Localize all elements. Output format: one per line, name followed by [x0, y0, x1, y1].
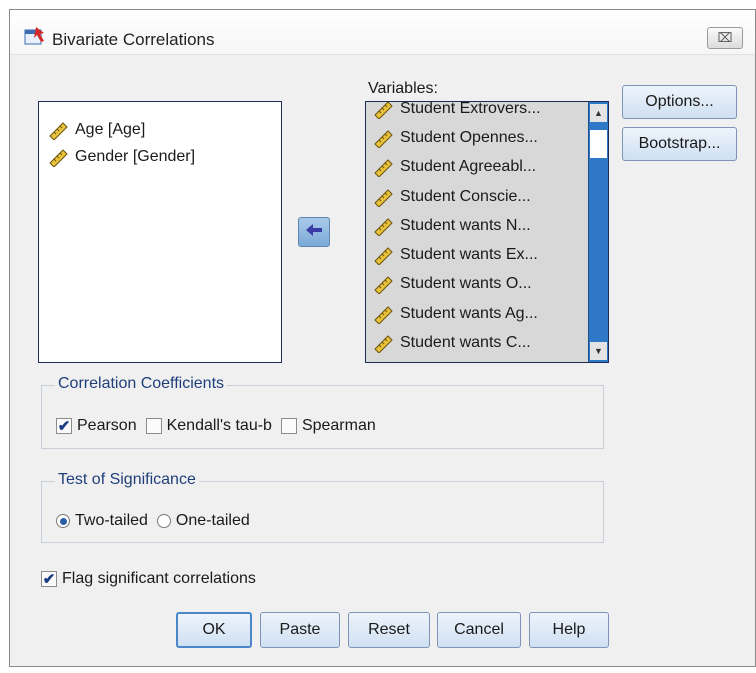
spearman-checkbox[interactable]	[280, 418, 297, 434]
one-tailed-radio[interactable]	[156, 514, 171, 528]
source-variable-list[interactable]: Age [Age] Gender [Gender]	[38, 101, 282, 363]
flag-significant-checkbox[interactable]: ✔	[41, 571, 57, 587]
list-item-label: Student Conscie...	[400, 187, 531, 205]
list-item-label: Student Opennes...	[400, 128, 538, 146]
list-item[interactable]: Student wants Ag...	[366, 299, 586, 328]
list-item[interactable]: Student wants C...	[366, 328, 586, 357]
reset-button[interactable]: Reset	[348, 612, 430, 648]
correlation-coefficients-title: Correlation Coefficients	[55, 375, 228, 393]
options-button[interactable]: Options...	[622, 85, 737, 119]
bootstrap-button[interactable]: Bootstrap...	[622, 127, 737, 161]
correlation-coefficients-group: Correlation Coefficients ✔ Pearson Kenda…	[41, 375, 604, 449]
spearman-label: Spearman	[301, 417, 376, 434]
flag-significant-label: Flag significant correlations	[62, 570, 256, 587]
test-of-significance-group: Test of Significance Two-tailed One-tail…	[41, 471, 604, 543]
ok-button[interactable]: OK	[176, 612, 252, 648]
list-item-label: Age [Age]	[75, 120, 146, 138]
ruler-icon	[49, 147, 69, 168]
scroll-up-icon[interactable]: ▲	[590, 104, 607, 122]
ruler-icon	[49, 120, 69, 141]
significance-options: Two-tailed One-tailed	[56, 512, 259, 530]
test-of-significance-title: Test of Significance	[55, 471, 199, 489]
help-button[interactable]: Help	[529, 612, 609, 648]
list-item-label: Student wants Ag...	[400, 304, 538, 322]
ruler-icon	[374, 157, 394, 178]
two-tailed-radio[interactable]	[56, 514, 70, 528]
bivariate-correlations-dialog: Bivariate Correlations ⌧ Age [Age] Gende…	[9, 9, 756, 667]
spss-dialog-icon	[24, 27, 46, 47]
list-item-label: Student wants O...	[400, 275, 532, 293]
list-item[interactable]: Gender [Gender]	[39, 143, 281, 170]
list-item[interactable]: Student wants N...	[366, 211, 586, 240]
list-item-label: Gender [Gender]	[75, 147, 196, 165]
coefficient-options: ✔ Pearson Kendall's tau-b Spearman	[56, 417, 385, 435]
two-tailed-label: Two-tailed	[75, 512, 148, 529]
paste-button[interactable]: Paste	[260, 612, 340, 648]
one-tailed-label: One-tailed	[175, 512, 250, 529]
list-item-label: Student wants Ex...	[400, 246, 538, 264]
list-item-label: Student wants C...	[400, 334, 531, 352]
list-item-label: Student Agreeabl...	[400, 158, 537, 176]
pearson-checkbox[interactable]: ✔	[56, 418, 72, 434]
close-button[interactable]: ⌧	[707, 27, 743, 49]
cancel-button[interactable]: Cancel	[437, 612, 521, 648]
list-item-label: Student wants N...	[400, 216, 531, 234]
list-item[interactable]: Student Opennes...	[366, 123, 586, 152]
pearson-label: Pearson	[77, 417, 137, 434]
kendall-checkbox[interactable]	[145, 418, 162, 434]
variables-label: Variables:	[368, 80, 438, 97]
list-item[interactable]: Student Conscie...	[366, 182, 586, 211]
close-icon: ⌧	[717, 30, 733, 45]
scroll-thumb[interactable]	[590, 130, 607, 158]
title-bar: Bivariate Correlations ⌧	[10, 10, 755, 55]
list-item-label: Student Extrovers...	[400, 101, 541, 117]
ruler-icon	[374, 333, 394, 354]
scroll-down-icon[interactable]: ▼	[590, 342, 607, 360]
list-item[interactable]: Age [Age]	[39, 116, 281, 143]
list-item[interactable]: Student Agreeabl...	[366, 153, 586, 182]
move-variable-button[interactable]	[298, 217, 330, 247]
ruler-icon	[374, 274, 394, 296]
arrow-left-icon	[305, 223, 323, 242]
dialog-title: Bivariate Correlations	[52, 30, 215, 49]
list-item[interactable]: Student Extrovers...	[366, 101, 586, 123]
variables-list[interactable]: Student Extrovers... Student Opennes... …	[365, 101, 609, 363]
ruler-icon	[374, 187, 394, 208]
kendall-label: Kendall's tau-b	[166, 417, 272, 434]
list-item[interactable]: Student wants Ex...	[366, 240, 586, 269]
ruler-icon	[374, 216, 394, 237]
ruler-icon	[374, 245, 394, 266]
ruler-icon	[374, 102, 394, 120]
variables-scrollbar[interactable]: ▲ ▼	[588, 102, 608, 362]
list-item[interactable]: Student wants O...	[366, 270, 586, 299]
ruler-icon	[374, 304, 394, 325]
ruler-icon	[374, 128, 394, 149]
flag-significant-row: ✔ Flag significant correlations	[41, 570, 256, 588]
